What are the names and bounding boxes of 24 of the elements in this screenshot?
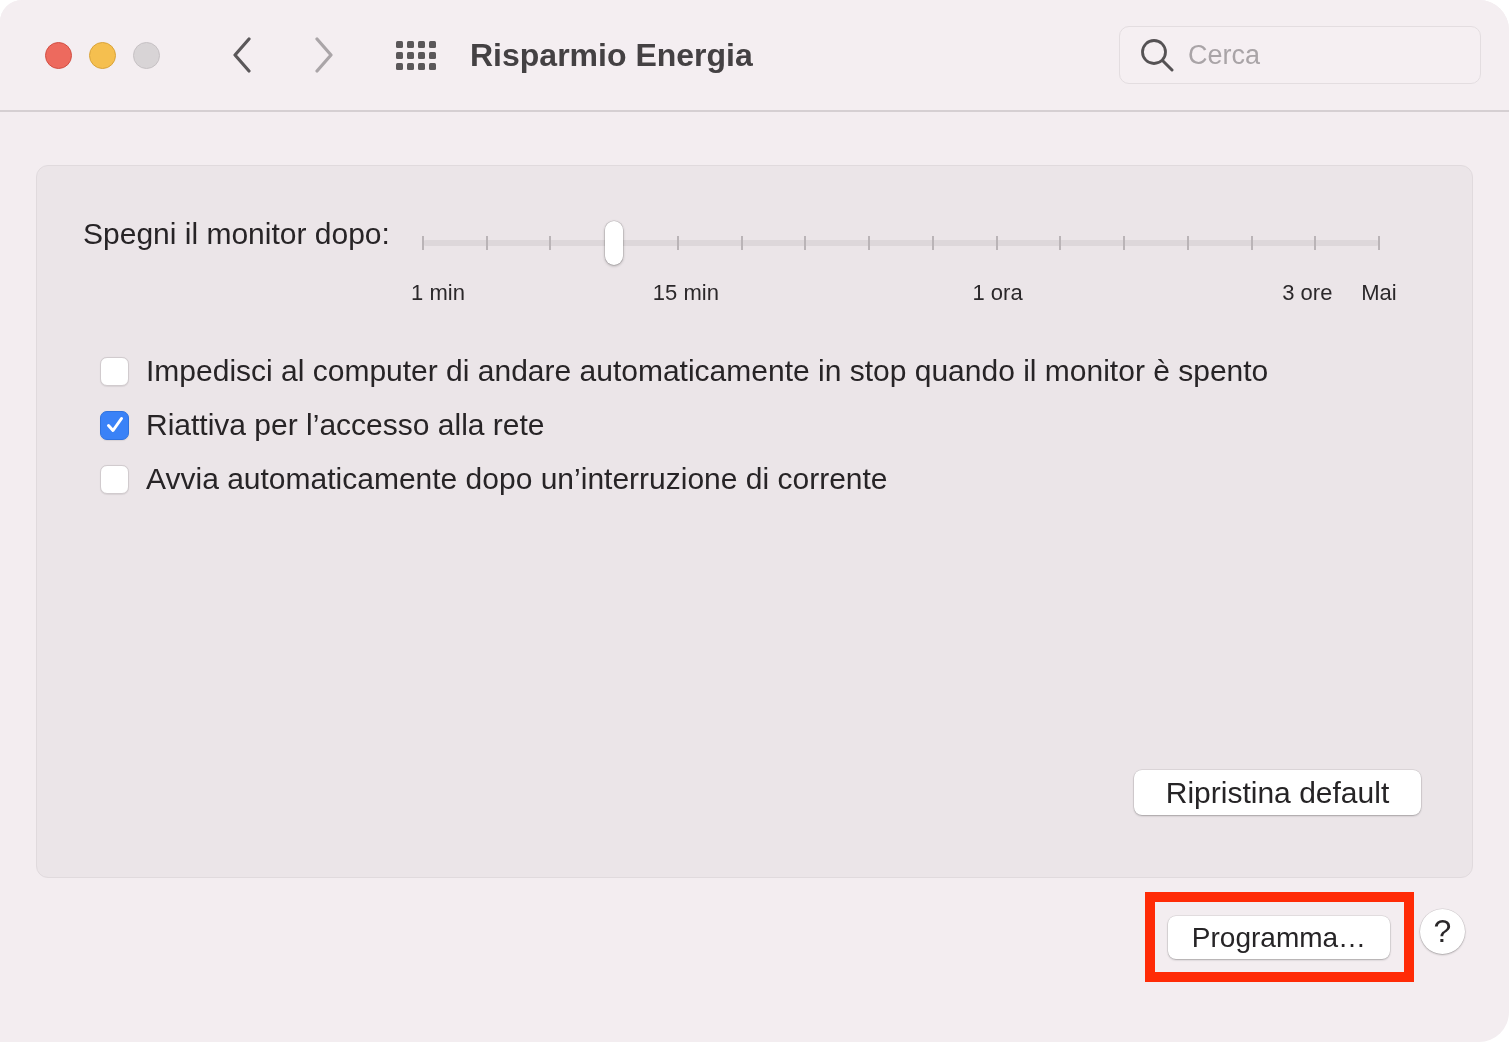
- tick-label: 1 ora: [972, 280, 1023, 306]
- search-icon: [1140, 38, 1174, 72]
- tick-label: 1 min: [411, 280, 465, 306]
- restore-defaults-button[interactable]: Ripristina default: [1134, 770, 1421, 815]
- checkbox[interactable]: [100, 410, 129, 440]
- checkbox-label[interactable]: Impedisci al computer di andare automaticamente in stop quando il monitor è spento: [146, 353, 1269, 389]
- schedule-button[interactable]: Programma…: [1168, 916, 1390, 959]
- close-button[interactable]: [45, 41, 72, 69]
- back-chevron-icon[interactable]: [232, 37, 252, 73]
- slider-thumb[interactable]: [605, 221, 624, 265]
- tick-label: 15 min: [652, 280, 719, 306]
- slider-label: Spegni il monitor dopo:: [83, 216, 390, 252]
- grid-icon[interactable]: [396, 40, 436, 70]
- checkbox[interactable]: [100, 356, 129, 386]
- checkbox-label[interactable]: Avvia automaticamente dopo un’interruzione di corrente: [146, 461, 888, 497]
- search-field[interactable]: Cerca: [1119, 26, 1481, 84]
- checkbox-label[interactable]: Riattiva per l’accesso alla rete: [146, 407, 545, 443]
- tick-label: Mai: [1361, 280, 1397, 306]
- tick-label: 3 ore: [1282, 280, 1333, 306]
- checkbox[interactable]: [100, 464, 129, 494]
- minimize-button[interactable]: [89, 41, 116, 69]
- checkmark-icon: [104, 415, 125, 435]
- help-button[interactable]: ?: [1420, 909, 1465, 954]
- window-title: Risparmio Energia: [470, 36, 753, 74]
